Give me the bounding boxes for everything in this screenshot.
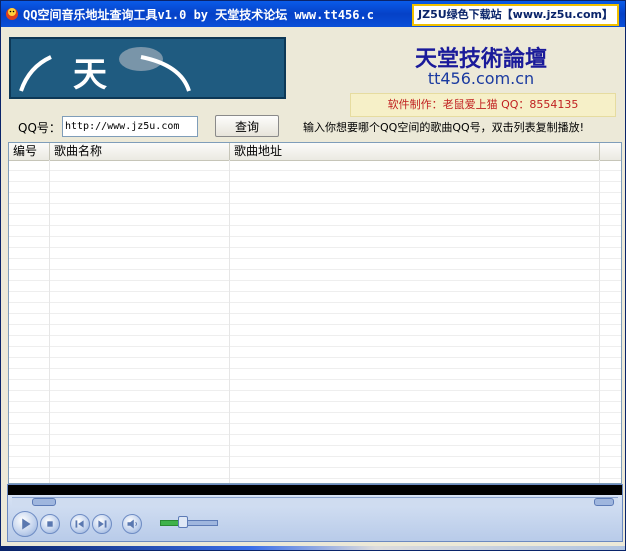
window-title: QQ空间音乐地址查询工具v1.0 by 天堂技术论坛 www.tt456.c [23,8,374,22]
stop-button[interactable] [40,514,60,534]
app-icon [6,8,18,20]
mute-button[interactable] [122,514,142,534]
speaker-icon [127,519,137,529]
list-body[interactable] [9,160,621,483]
banner-logo: 天 [9,37,286,99]
list-header: 编号 歌曲名称 歌曲地址 [9,143,621,161]
banner-swoosh-icon [19,47,191,92]
next-button[interactable] [92,514,112,534]
seek-bar[interactable] [12,497,618,506]
author-credit: 软件制作：老鼠爱上猫 QQ：8554135 [350,93,616,117]
stop-icon [47,521,53,527]
volume-slider-handle[interactable] [178,516,188,528]
title-bar[interactable]: QQ空间音乐地址查询工具v1.0 by 天堂技术论坛 www.tt456.c J… [1,1,625,27]
column-header-song-url[interactable]: 歌曲地址 [230,143,600,160]
seek-end-handle [594,498,614,506]
video-area [8,485,622,495]
media-player [7,484,623,542]
next-icon [98,520,107,528]
seek-handle[interactable] [32,498,56,506]
column-header-filler [600,143,621,160]
banner-text: 天 [73,55,107,95]
previous-icon [75,520,84,528]
taskbar-strip [1,546,625,550]
download-site-badge: JZ5U绿色下载站【www.jz5u.com】 [412,4,619,26]
play-icon [22,518,31,530]
instruction-text: 输入你想要哪个QQ空间的歌曲QQ号，双击列表复制播放! [303,121,585,134]
column-header-number[interactable]: 编号 [9,143,50,160]
column-header-song-name[interactable]: 歌曲名称 [50,143,230,160]
play-button[interactable] [12,511,38,537]
qq-label: QQ号： [18,121,61,135]
main-window: QQ空间音乐地址查询工具v1.0 by 天堂技术论坛 www.tt456.c J… [0,0,626,551]
previous-button[interactable] [70,514,90,534]
site-url: tt456.com.cn [427,69,535,88]
query-button[interactable]: 查询 [215,115,279,137]
qq-input[interactable] [62,116,198,137]
song-list[interactable]: 编号 歌曲名称 歌曲地址 [8,142,622,484]
